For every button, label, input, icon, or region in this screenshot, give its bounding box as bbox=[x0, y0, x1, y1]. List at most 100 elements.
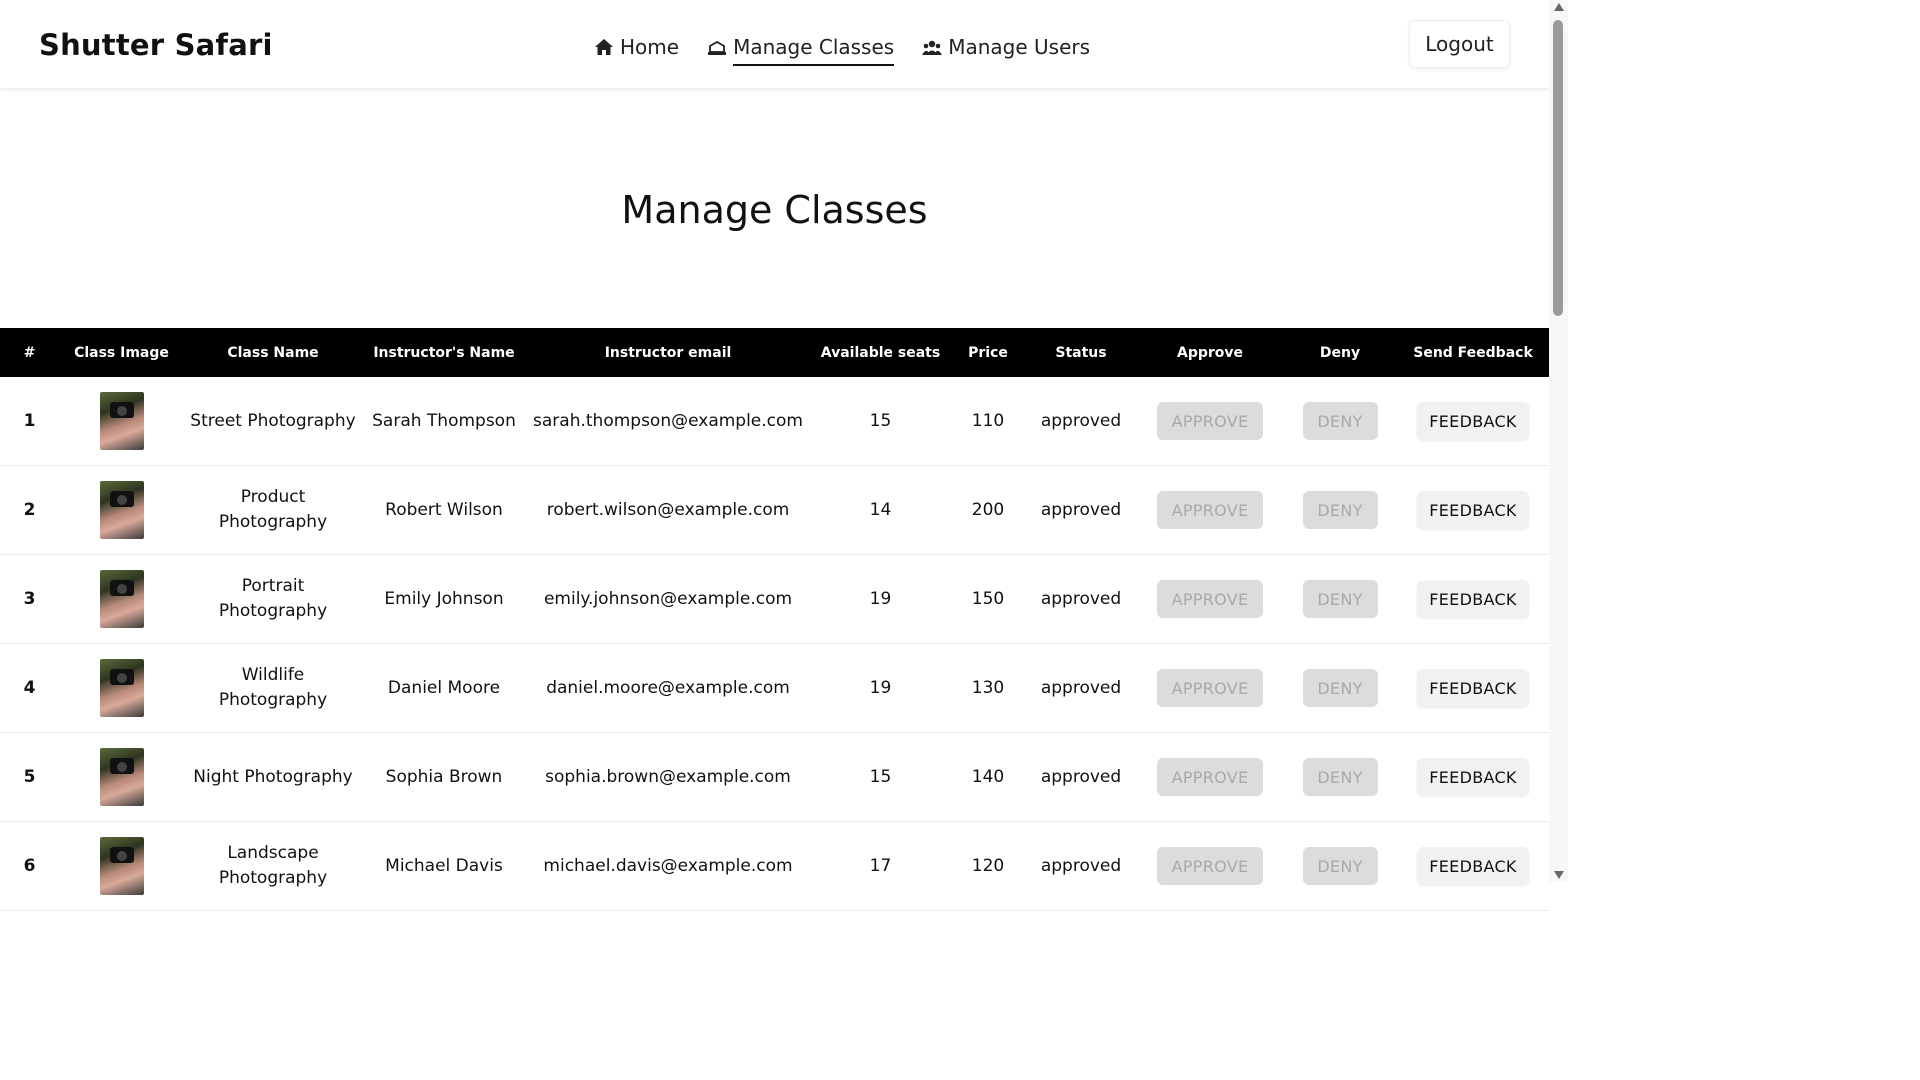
classes-table: # Class Image Class Name Instructor's Na… bbox=[0, 328, 1549, 911]
row-index: 4 bbox=[0, 643, 59, 733]
class-image bbox=[99, 837, 144, 895]
instructor-name: Michael Davis bbox=[362, 821, 526, 911]
instructor-email: emily.johnson@example.com bbox=[526, 554, 810, 644]
deny-button[interactable]: DENY bbox=[1302, 402, 1378, 440]
feedback-button[interactable]: FEEDBACK bbox=[1417, 402, 1529, 440]
class-name: Portrait Photography bbox=[184, 554, 362, 644]
available-seats: 15 bbox=[810, 732, 951, 822]
navbar: Shutter Safari Home Manage Classes Manag… bbox=[0, 0, 1549, 88]
header-available-seats: Available seats bbox=[810, 328, 951, 377]
classroom-icon bbox=[708, 40, 727, 55]
available-seats: 19 bbox=[810, 554, 951, 644]
nav-manage-users[interactable]: Manage Users bbox=[922, 32, 1090, 62]
header-class-image: Class Image bbox=[59, 328, 184, 377]
status: approved bbox=[1025, 732, 1137, 822]
header-price: Price bbox=[951, 328, 1025, 377]
header-approve: Approve bbox=[1137, 328, 1283, 377]
users-icon bbox=[922, 40, 943, 55]
table-row: 2 Product Photography Robert Wilson robe… bbox=[0, 465, 1549, 555]
vertical-scrollbar[interactable] bbox=[1549, 0, 1568, 882]
scroll-up-arrow-icon[interactable] bbox=[1554, 3, 1564, 11]
status: approved bbox=[1025, 465, 1137, 555]
feedback-button[interactable]: FEEDBACK bbox=[1417, 758, 1529, 796]
approve-button[interactable]: APPROVE bbox=[1157, 491, 1263, 529]
instructor-email: michael.davis@example.com bbox=[526, 821, 810, 911]
header-deny: Deny bbox=[1283, 328, 1397, 377]
class-image bbox=[99, 570, 144, 628]
header-class-name: Class Name bbox=[184, 328, 362, 377]
available-seats: 14 bbox=[810, 465, 951, 555]
class-image bbox=[99, 659, 144, 717]
header-instructor-name: Instructor's Name bbox=[362, 328, 526, 377]
available-seats: 15 bbox=[810, 377, 951, 466]
instructor-name: Sarah Thompson bbox=[362, 377, 526, 466]
instructor-email: sarah.thompson@example.com bbox=[526, 377, 810, 466]
instructor-email: daniel.moore@example.com bbox=[526, 643, 810, 733]
table-row: 4 Wildlife Photography Daniel Moore dani… bbox=[0, 643, 1549, 733]
approve-button[interactable]: APPROVE bbox=[1157, 402, 1263, 440]
available-seats: 17 bbox=[810, 821, 951, 911]
table-row: 1 Street Photography Sarah Thompson sara… bbox=[0, 377, 1549, 466]
available-seats: 19 bbox=[810, 643, 951, 733]
approve-button[interactable]: APPROVE bbox=[1157, 847, 1263, 885]
feedback-button[interactable]: FEEDBACK bbox=[1417, 491, 1529, 529]
table-row: 6 Landscape Photography Michael Davis mi… bbox=[0, 821, 1549, 911]
feedback-button[interactable]: FEEDBACK bbox=[1417, 847, 1529, 885]
nav-home[interactable]: Home bbox=[594, 32, 679, 62]
header-index: # bbox=[0, 328, 59, 377]
row-index: 1 bbox=[0, 377, 59, 466]
scroll-down-arrow-icon[interactable] bbox=[1554, 871, 1564, 879]
price: 140 bbox=[951, 732, 1025, 822]
class-name: Product Photography bbox=[184, 465, 362, 555]
nav-manage-users-label: Manage Users bbox=[948, 35, 1091, 59]
page-title: Manage Classes bbox=[621, 188, 928, 232]
table-row: 3 Portrait Photography Emily Johnson emi… bbox=[0, 554, 1549, 644]
header-instructor-email: Instructor email bbox=[526, 328, 810, 377]
deny-button[interactable]: DENY bbox=[1302, 491, 1378, 529]
logout-button[interactable]: Logout bbox=[1409, 20, 1510, 68]
nav-manage-classes[interactable]: Manage Classes bbox=[707, 32, 895, 66]
nav-links: Home Manage Classes Manage Users bbox=[594, 32, 1090, 66]
table-row: 5 Night Photography Sophia Brown sophia.… bbox=[0, 732, 1549, 822]
header-status: Status bbox=[1025, 328, 1137, 377]
header-send-feedback: Send Feedback bbox=[1397, 328, 1549, 377]
class-image bbox=[99, 481, 144, 539]
status: approved bbox=[1025, 377, 1137, 466]
deny-button[interactable]: DENY bbox=[1302, 669, 1378, 707]
price: 110 bbox=[951, 377, 1025, 466]
price: 200 bbox=[951, 465, 1025, 555]
class-name: Wildlife Photography bbox=[184, 643, 362, 733]
approve-button[interactable]: APPROVE bbox=[1157, 758, 1263, 796]
price: 120 bbox=[951, 821, 1025, 911]
instructor-name: Robert Wilson bbox=[362, 465, 526, 555]
instructor-email: robert.wilson@example.com bbox=[526, 465, 810, 555]
instructor-name: Sophia Brown bbox=[362, 732, 526, 822]
deny-button[interactable]: DENY bbox=[1302, 847, 1378, 885]
row-index: 2 bbox=[0, 465, 59, 555]
approve-button[interactable]: APPROVE bbox=[1157, 580, 1263, 618]
class-name: Night Photography bbox=[184, 732, 362, 822]
nav-manage-classes-label: Manage Classes bbox=[733, 35, 895, 66]
class-name: Street Photography bbox=[184, 377, 362, 466]
instructor-name: Emily Johnson bbox=[362, 554, 526, 644]
price: 130 bbox=[951, 643, 1025, 733]
scrollbar-thumb[interactable] bbox=[1553, 20, 1563, 316]
row-index: 3 bbox=[0, 554, 59, 644]
class-image bbox=[99, 392, 144, 450]
deny-button[interactable]: DENY bbox=[1302, 580, 1378, 618]
approve-button[interactable]: APPROVE bbox=[1157, 669, 1263, 707]
table-header-row: # Class Image Class Name Instructor's Na… bbox=[0, 328, 1549, 377]
row-index: 5 bbox=[0, 732, 59, 822]
status: approved bbox=[1025, 554, 1137, 644]
status: approved bbox=[1025, 643, 1137, 733]
home-icon bbox=[595, 39, 613, 55]
deny-button[interactable]: DENY bbox=[1302, 758, 1378, 796]
class-name: Landscape Photography bbox=[184, 821, 362, 911]
feedback-button[interactable]: FEEDBACK bbox=[1417, 580, 1529, 618]
class-image bbox=[99, 748, 144, 806]
row-index: 6 bbox=[0, 821, 59, 911]
instructor-email: sophia.brown@example.com bbox=[526, 732, 810, 822]
status: approved bbox=[1025, 821, 1137, 911]
brand-logo[interactable]: Shutter Safari bbox=[39, 28, 273, 62]
feedback-button[interactable]: FEEDBACK bbox=[1417, 669, 1529, 707]
